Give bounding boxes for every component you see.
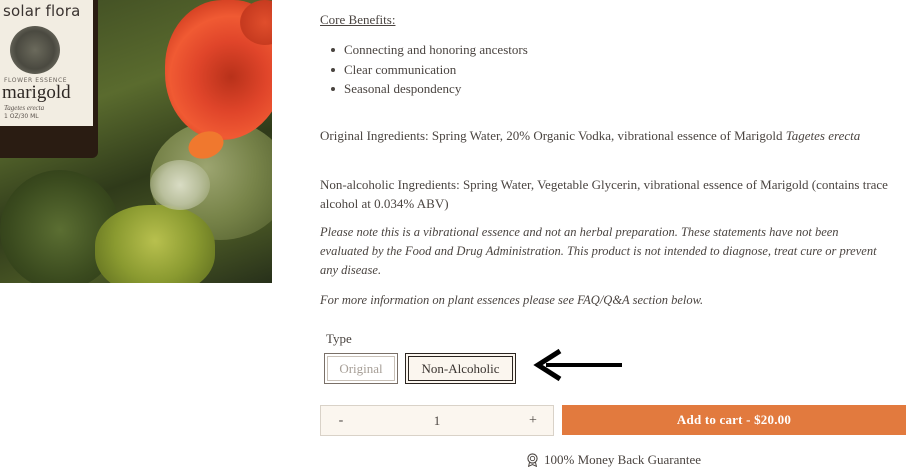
list-item: Seasonal despondency: [330, 79, 910, 99]
label-flower-icon: [10, 26, 60, 74]
left-arrow-icon: [533, 348, 622, 382]
original-ingredients-text: Original Ingredients: Spring Water, 20% …: [320, 128, 786, 143]
quantity-stepper: - 1 +: [320, 405, 554, 436]
moss-decoration: [95, 205, 215, 283]
original-ingredients: Original Ingredients: Spring Water, 20% …: [320, 126, 890, 145]
essence-bottle: solar flora FLOWER ESSENCE marigold Tage…: [0, 0, 98, 158]
nonalcoholic-ingredients: Non-alcoholic Ingredients: Spring Water,…: [320, 177, 888, 211]
more-info-text: For more information on plant essences p…: [320, 293, 704, 307]
bottle-brand: solar flora: [3, 2, 81, 20]
badge-icon: [527, 453, 538, 467]
quantity-decrease-button[interactable]: -: [321, 413, 361, 429]
product-details: Core Benefits: Connecting and honoring a…: [320, 10, 910, 307]
guarantee-row: 100% Money Back Guarantee: [526, 452, 701, 468]
guarantee-text: 100% Money Back Guarantee: [544, 452, 702, 467]
core-benefits-heading: Core Benefits:: [320, 12, 396, 27]
benefits-list: Connecting and honoring ancestors Clear …: [330, 40, 910, 99]
type-option-non-alcoholic[interactable]: Non-Alcoholic: [405, 353, 516, 384]
add-to-cart-button[interactable]: Add to cart - $20.00: [562, 405, 906, 435]
quantity-increase-button[interactable]: +: [513, 413, 553, 429]
list-item: Connecting and honoring ancestors: [330, 40, 910, 60]
type-label: Type: [326, 331, 352, 346]
bottle-volume: 1 OZ/30 ML: [4, 113, 39, 120]
bottle-label: solar flora FLOWER ESSENCE marigold Tage…: [0, 0, 93, 126]
original-latin-name: Tagetes erecta: [785, 128, 861, 143]
disclaimer-text: Please note this is a vibrational essenc…: [320, 225, 877, 277]
lichen-decoration: [150, 160, 210, 210]
type-option-original[interactable]: Original: [324, 353, 398, 384]
list-item: Clear communication: [330, 60, 910, 80]
product-image: solar flora FLOWER ESSENCE marigold Tage…: [0, 0, 272, 283]
quantity-input[interactable]: 1: [361, 413, 513, 429]
bottle-latin-name: Tagetes erecta: [4, 104, 45, 112]
bottle-flower-name: marigold: [2, 82, 71, 103]
